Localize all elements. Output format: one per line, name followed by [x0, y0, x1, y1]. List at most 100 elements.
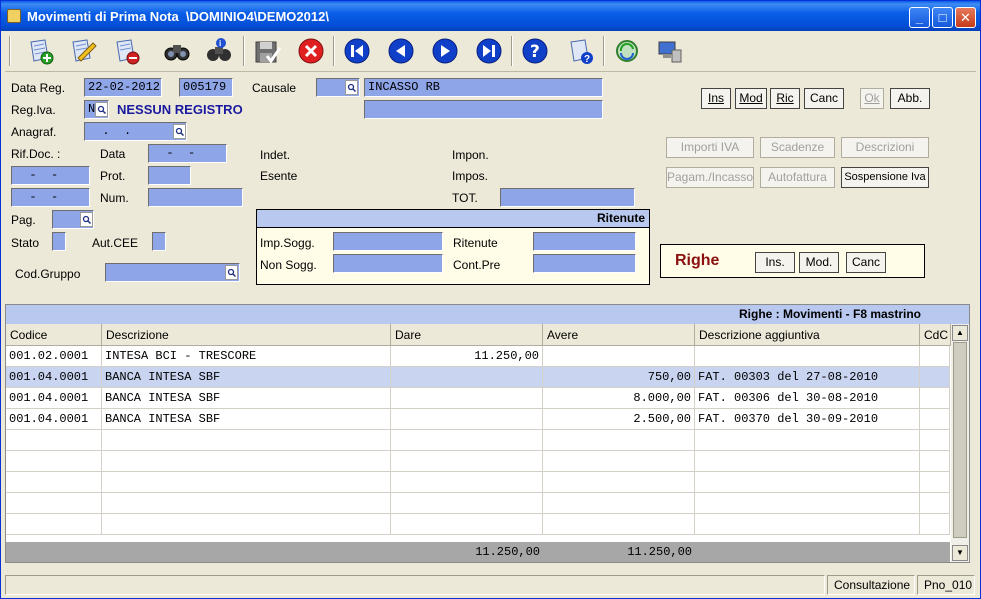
sospensione-iva-button[interactable]: Sospensione Iva [841, 167, 929, 188]
stato-label: Stato [11, 236, 40, 250]
cell-cdc [920, 367, 950, 388]
help-document-icon[interactable]: ? [565, 35, 597, 67]
minimize-button[interactable]: _ [909, 7, 930, 28]
righe-mod-button[interactable]: Mod. [799, 252, 839, 273]
col-header-avere[interactable]: Avere [543, 324, 695, 346]
rif-doc-field-2[interactable]: - - [11, 188, 90, 207]
search-info-icon[interactable]: i [203, 35, 235, 67]
cell-desc-agg [695, 430, 920, 451]
maximize-button[interactable]: □ [932, 7, 953, 28]
table-row[interactable]: 001.04.0001 BANCA INTESA SBF 2.500,00 FAT. … [6, 409, 950, 430]
cell-dare [391, 514, 543, 535]
abb-button[interactable]: Abb. [890, 88, 930, 109]
last-record-icon[interactable] [473, 35, 505, 67]
cell-dare [391, 430, 543, 451]
cell-dare [391, 388, 543, 409]
cell-descrizione [102, 472, 391, 493]
aut-cee-field[interactable] [152, 232, 166, 251]
ritenute-label: Ritenute [453, 236, 498, 250]
pagam-incasso-button[interactable]: Pagam./Incasso [666, 167, 754, 188]
table-row[interactable] [6, 472, 950, 493]
stato-field[interactable] [52, 232, 66, 251]
close-button[interactable]: ✕ [955, 7, 976, 28]
rif-doc-field-1[interactable]: - - [11, 166, 90, 185]
prot-field[interactable] [148, 166, 191, 185]
next-record-icon[interactable] [429, 35, 461, 67]
imp-sogg-field[interactable] [333, 232, 443, 251]
cell-codice [6, 430, 102, 451]
ric-button[interactable]: Ric [770, 88, 800, 109]
cell-cdc [920, 409, 950, 430]
num-field[interactable] [148, 188, 243, 207]
scadenze-button[interactable]: Scadenze [760, 137, 835, 158]
table-row[interactable]: 001.04.0001 BANCA INTESA SBF 8.000,00 FAT. … [6, 388, 950, 409]
aut-cee-label: Aut.CEE [92, 236, 139, 250]
canc-button[interactable]: Canc [804, 88, 844, 109]
table-row[interactable] [6, 493, 950, 514]
help-icon[interactable]: ? [519, 35, 551, 67]
table-row[interactable] [6, 514, 950, 535]
col-header-codice[interactable]: Codice [6, 324, 102, 346]
ins-button[interactable]: Ins [701, 88, 731, 109]
cell-desc-agg: FAT. 00370 del 30-09-2010 [695, 409, 920, 430]
ok-button[interactable]: Ok [860, 88, 884, 109]
title-bar: Movimenti di Prima Nota \DOMINIO4\DEMO20… [1, 1, 980, 31]
scroll-down-icon[interactable]: ▼ [952, 545, 968, 561]
table-row[interactable]: 001.04.0001 BANCA INTESA SBF 750,00 FAT. 00… [6, 367, 950, 388]
cancel-icon[interactable] [295, 35, 327, 67]
scroll-up-icon[interactable]: ▲ [952, 325, 968, 341]
table-row[interactable]: 001.02.0001 INTESA BCI - TRESCORE 11.250,0… [6, 346, 950, 367]
mod-button[interactable]: Mod [735, 88, 767, 109]
cell-descrizione [102, 514, 391, 535]
status-form-id: Pno_010 [917, 575, 975, 595]
data-label: Data [100, 147, 126, 161]
cell-codice [6, 514, 102, 535]
delete-record-icon[interactable] [111, 35, 143, 67]
cod-gruppo-field[interactable] [105, 263, 240, 282]
rif-doc-label: Rif.Doc. : [11, 147, 61, 161]
causale-search-icon[interactable] [345, 80, 358, 95]
ritenute-field[interactable] [533, 232, 636, 251]
cell-avere [543, 472, 695, 493]
causale-desc-field[interactable]: INCASSO RB [364, 78, 603, 97]
cell-avere: 8.000,00 [543, 388, 695, 409]
cell-dare [391, 493, 543, 514]
cont-pre-field[interactable] [533, 254, 636, 273]
col-header-dare[interactable]: Dare [391, 324, 543, 346]
computer-icon[interactable] [653, 35, 685, 67]
grid-scrollbar[interactable]: ▲ ▼ [951, 324, 969, 562]
autofattura-button[interactable]: Autofattura [760, 167, 835, 188]
edit-record-icon[interactable] [67, 35, 99, 67]
non-sogg-field[interactable] [333, 254, 443, 273]
cod-gruppo-search-icon[interactable] [225, 265, 238, 280]
cell-dare [391, 472, 543, 493]
col-header-cdc[interactable]: CdC [920, 324, 951, 346]
cell-avere [543, 346, 695, 367]
reg-iva-search-icon[interactable] [95, 102, 108, 117]
previous-record-icon[interactable] [385, 35, 417, 67]
anagraf-field[interactable]: . . [84, 122, 187, 141]
anagraf-search-icon[interactable] [173, 124, 186, 139]
cell-avere [543, 493, 695, 514]
tot-field[interactable] [500, 188, 635, 207]
righe-ins-button[interactable]: Ins. [755, 252, 795, 273]
add-record-icon[interactable] [25, 35, 57, 67]
col-header-descrizione[interactable]: Descrizione [102, 324, 391, 346]
table-row[interactable] [6, 451, 950, 472]
data-field[interactable]: - - [148, 144, 227, 163]
table-row[interactable] [6, 430, 950, 451]
data-reg-field[interactable]: 22-02-2012 [84, 78, 162, 97]
righe-canc-button[interactable]: Canc [846, 252, 886, 273]
col-header-desc-agg[interactable]: Descrizione aggiuntiva [695, 324, 920, 346]
causale-desc2-field[interactable] [364, 100, 603, 119]
refresh-icon[interactable] [611, 35, 643, 67]
save-icon[interactable] [251, 35, 283, 67]
importi-iva-button[interactable]: Importi IVA [666, 137, 754, 158]
descrizioni-button[interactable]: Descrizioni [841, 137, 929, 158]
first-record-icon[interactable] [341, 35, 373, 67]
search-icon[interactable] [161, 35, 193, 67]
scroll-thumb[interactable] [953, 342, 967, 538]
cell-desc-agg: FAT. 00303 del 27-08-2010 [695, 367, 920, 388]
pag-search-icon[interactable] [80, 212, 93, 227]
numero-field[interactable]: 005179 [179, 78, 233, 97]
